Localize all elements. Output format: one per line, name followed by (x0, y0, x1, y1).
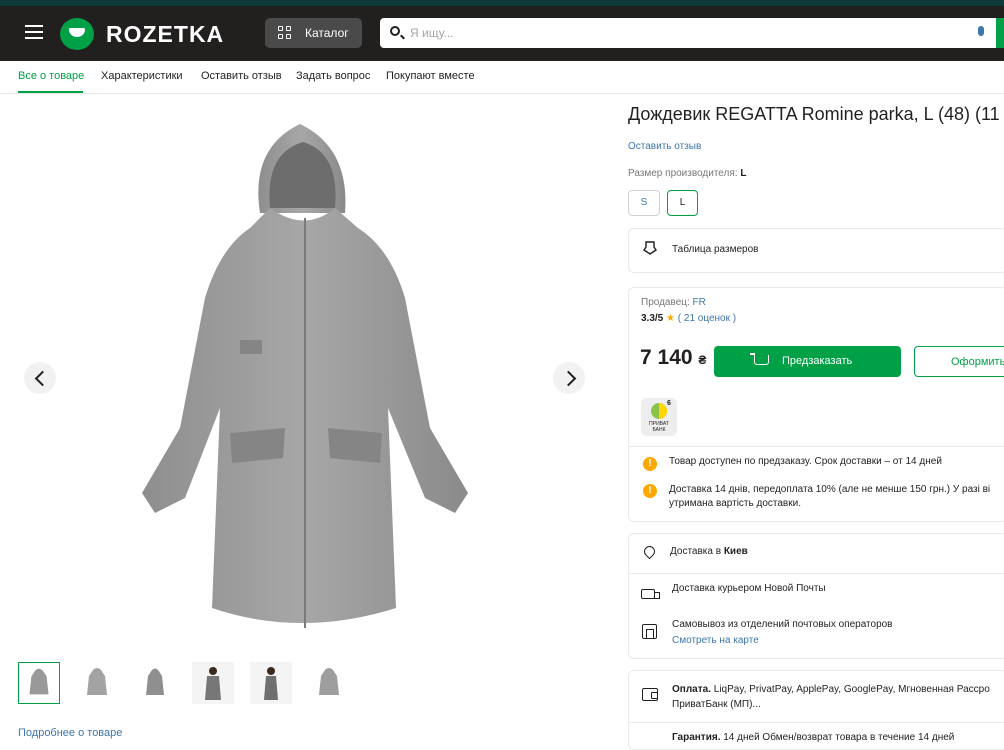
warning-icon: ! (643, 484, 657, 498)
tab-ask-question[interactable]: Задать вопрос (296, 70, 370, 82)
catalog-label: Каталог (305, 26, 349, 40)
thumbnail-1[interactable] (18, 662, 60, 704)
size-table-label: Таблица размеров (672, 244, 759, 255)
logo-text[interactable]: ROZETKA (106, 21, 224, 48)
divider (628, 722, 1004, 723)
tab-characteristics[interactable]: Характеристики (101, 70, 183, 82)
microphone-icon[interactable] (978, 26, 984, 36)
search-button[interactable] (996, 18, 1004, 48)
star-icon: ★ (666, 313, 675, 324)
preorder-note: Товар доступен по предзаказу. Срок доста… (669, 456, 942, 467)
tab-bought-together[interactable]: Покупают вместе (386, 70, 475, 82)
seller-link[interactable]: FR (693, 297, 706, 308)
divider (628, 446, 1004, 447)
truck-icon (641, 589, 660, 599)
seller-rating: 3.3/5 ★ ( 21 оценок ) (641, 313, 737, 324)
active-tab-indicator (18, 91, 83, 93)
thumbnail-5[interactable] (250, 662, 292, 704)
thumbnail-2[interactable] (76, 662, 118, 704)
menu-icon[interactable] (25, 25, 43, 39)
delivery-city[interactable]: Доставка в Киев (670, 546, 748, 557)
rating-count-link[interactable]: ( 21 оценок ) (678, 313, 736, 324)
header: ROZETKA Каталог (0, 6, 1004, 61)
courier-delivery: Доставка курьером Новой Почты (672, 583, 826, 594)
size-table-button[interactable]: Таблица размеров (628, 228, 1004, 273)
payment-info: Оплата. LiqPay, PrivatPay, ApplePay, Goo… (672, 684, 990, 710)
more-about-product-link[interactable]: Подробнее о товаре (18, 727, 122, 739)
search-icon (390, 26, 400, 36)
wallet-icon (642, 688, 658, 701)
grid-icon (278, 26, 292, 40)
search-input[interactable] (410, 18, 970, 48)
catalog-button[interactable]: Каталог (265, 18, 362, 48)
next-image-button[interactable] (553, 362, 585, 394)
product-title: Дождевик REGATTA Romine parka, L (48) (1… (628, 104, 1000, 124)
preorder-button[interactable]: Предзаказать (714, 346, 901, 377)
privatbank-logo-icon (651, 403, 667, 419)
delivery-note-line2: утримана вартість доставки. (669, 498, 801, 509)
warning-icon: ! (643, 457, 657, 471)
checkout-button[interactable]: Оформить (914, 346, 1004, 377)
divider (628, 573, 1004, 574)
search-bar (380, 18, 1004, 48)
prev-image-button[interactable] (24, 362, 56, 394)
tab-leave-review[interactable]: Оставить отзыв (201, 70, 282, 82)
size-chart-icon (643, 241, 657, 255)
delivery-note-line1: Доставка 14 днів, передоплата 10% (але н… (669, 484, 991, 495)
product-image[interactable] (100, 108, 510, 643)
size-option-s[interactable]: S (628, 190, 660, 216)
price: 7 140 ₴ (640, 346, 707, 369)
pickup-delivery: Самовывоз из отделений почтовых оператор… (672, 619, 893, 630)
seller-info: Продавец: FR (641, 297, 706, 308)
guarantee-info: Гарантия. 14 дней Обмен/возврат товара в… (672, 732, 955, 743)
thumbnail-6[interactable] (308, 662, 350, 704)
size-option-l[interactable]: L (667, 190, 698, 216)
logo-icon[interactable] (60, 18, 94, 50)
thumbnail-4[interactable] (192, 662, 234, 704)
leave-review-link[interactable]: Оставить отзыв (628, 141, 701, 152)
tab-all-about[interactable]: Все о товаре (18, 70, 84, 82)
thumbnail-3[interactable] (134, 662, 176, 704)
manufacturer-size: Размер производителя: L (628, 168, 747, 179)
privatbank-badge[interactable]: 6 ПРИВАТ БАНК (641, 398, 677, 436)
currency: ₴ (698, 353, 707, 367)
post-office-icon (642, 624, 657, 639)
cart-icon (750, 353, 769, 365)
product-tabs: Все о товаре Характеристики Оставить отз… (0, 61, 1004, 94)
preorder-label: Предзаказать (782, 355, 853, 367)
view-on-map-link[interactable]: Смотреть на карте (672, 635, 759, 646)
